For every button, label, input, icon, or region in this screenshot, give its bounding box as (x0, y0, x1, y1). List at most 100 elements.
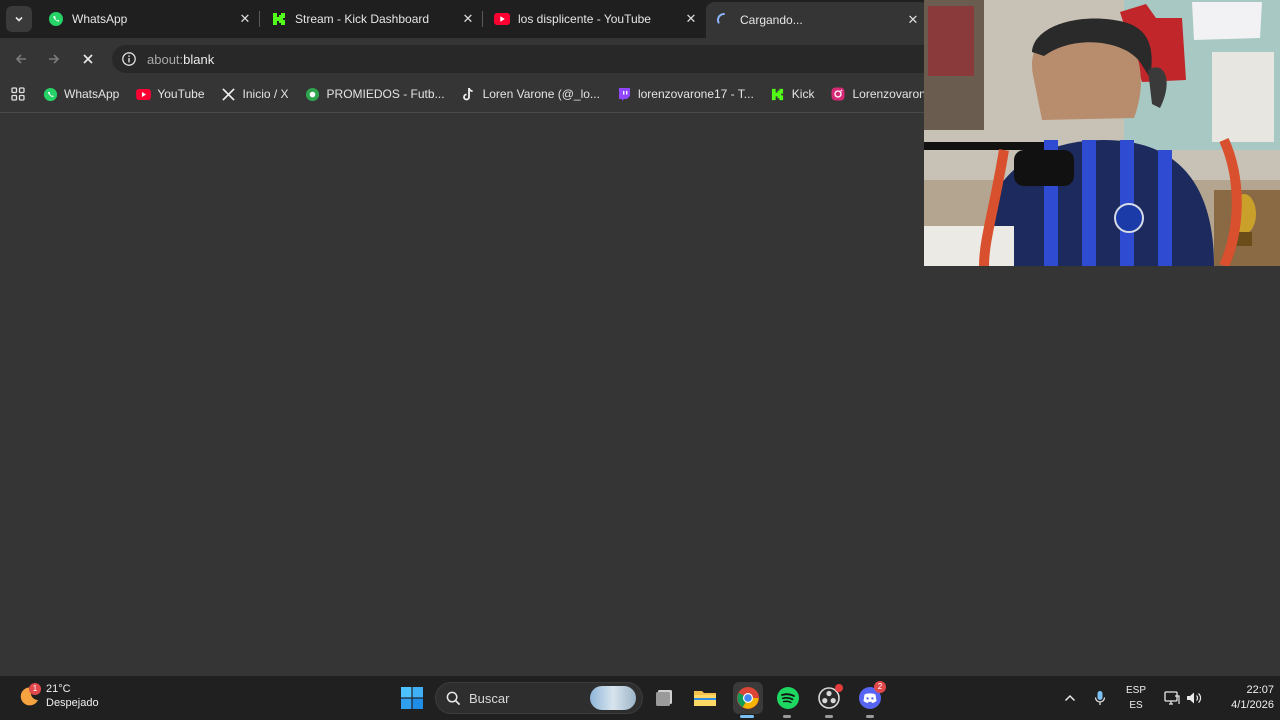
speaker-icon (1187, 692, 1202, 704)
bookmark-instagram[interactable]: Lorenzovarone (Inst... (830, 86, 924, 102)
chrome-button[interactable] (733, 682, 763, 714)
keyboard-layout: ES (1129, 700, 1143, 711)
url-scheme: about: (147, 51, 184, 67)
weather-text: 21°C Despejado (46, 682, 99, 710)
back-button[interactable] (8, 46, 34, 72)
instagram-icon (830, 86, 846, 102)
tab-loading[interactable]: Cargando... ✕ (706, 2, 928, 38)
task-view-icon (656, 690, 672, 706)
stop-loading-button[interactable] (75, 46, 101, 72)
bookmark-label: YouTube (157, 87, 205, 101)
apps-button[interactable] (10, 86, 26, 102)
bookmark-tiktok[interactable]: Loren Varone (@_lo... (461, 86, 600, 102)
apps-grid-icon (10, 86, 26, 102)
search-highlight-image (590, 686, 636, 710)
file-explorer-button[interactable] (691, 684, 719, 712)
close-icon[interactable]: ✕ (904, 11, 922, 29)
tab-title: WhatsApp (72, 12, 128, 26)
spotify-icon (777, 687, 799, 709)
bookmark-label: PROMIEDOS - Futb... (326, 87, 445, 101)
bookmark-label: Loren Varone (@_lo... (482, 87, 600, 101)
tab-separator (482, 11, 483, 27)
bookmark-label: Lorenzovarone (Inst... (852, 87, 924, 101)
microphone-tray-button[interactable] (1090, 676, 1110, 720)
network-tray-button[interactable] (1162, 676, 1182, 720)
weather-condition: Despejado (46, 697, 99, 709)
close-icon[interactable]: ✕ (682, 10, 700, 28)
webcam-overlay (924, 0, 1280, 266)
network-icon (1164, 691, 1180, 705)
recording-dot (835, 684, 843, 692)
volume-tray-button[interactable] (1184, 676, 1204, 720)
bookmark-youtube[interactable]: YouTube (135, 86, 205, 102)
loading-spinner-icon (716, 12, 732, 28)
weather-widget[interactable]: 1 21°C Despejado (18, 682, 99, 710)
microphone-icon (1094, 691, 1106, 705)
bookmark-x[interactable]: Inicio / X (221, 86, 289, 102)
tab-search-button[interactable] (6, 6, 32, 32)
bookmarks-bar: WhatsApp YouTube Inicio / X PROMIEDOS - … (0, 80, 924, 108)
tab-title: Stream - Kick Dashboard (295, 12, 430, 26)
language-indicator[interactable]: ESP ES (1122, 683, 1150, 713)
kick-icon (770, 86, 786, 102)
discord-button[interactable]: 2 (856, 681, 886, 712)
language-code: ESP (1125, 685, 1146, 696)
bookmark-kick[interactable]: Kick (770, 86, 815, 102)
discord-badge: 2 (874, 681, 886, 693)
search-label: Buscar (469, 690, 510, 706)
taskbar: 1 21°C Despejado Buscar 2 ESP ES 22:07 4… (0, 676, 1280, 720)
task-view-button[interactable] (651, 684, 679, 712)
kick-icon (271, 11, 287, 27)
spotify-button[interactable] (774, 684, 802, 712)
tab-title: Cargando... (740, 13, 803, 27)
bookmark-label: WhatsApp (64, 87, 120, 101)
tab-whatsapp[interactable]: WhatsApp ✕ (38, 4, 260, 34)
promiedos-icon (305, 86, 321, 102)
start-button[interactable] (398, 684, 426, 712)
whatsapp-icon (48, 11, 64, 27)
tab-title: los displicente - YouTube (518, 12, 651, 26)
search-icon (446, 691, 461, 705)
chrome-active-indicator (740, 715, 754, 718)
windows-logo-icon (401, 687, 423, 709)
chevron-down-icon (15, 16, 23, 22)
folder-icon (694, 691, 716, 706)
weather-badge: 1 (29, 683, 41, 695)
webcam-image (924, 0, 1280, 266)
tab-youtube[interactable]: los displicente - YouTube ✕ (484, 4, 706, 34)
obs-button[interactable] (815, 684, 843, 712)
bookmark-twitch[interactable]: lorenzovarone17 - T... (616, 86, 754, 102)
show-hidden-icons-button[interactable] (1060, 676, 1080, 720)
youtube-icon (494, 11, 510, 27)
bookmark-promiedos[interactable]: PROMIEDOS - Futb... (305, 86, 445, 102)
url-host: blank (183, 51, 215, 67)
spotify-running-indicator (783, 715, 791, 718)
clock-date: 4/1/2026 (1231, 699, 1274, 711)
close-icon (83, 54, 93, 64)
tab-strip: WhatsApp ✕ Stream - Kick Dashboard ✕ los… (0, 0, 928, 38)
chevron-up-icon (1064, 694, 1076, 702)
tiktok-icon (461, 86, 477, 102)
youtube-icon (135, 86, 151, 102)
arrow-left-icon (15, 54, 26, 64)
tab-separator (259, 11, 260, 27)
tab-kick-dashboard[interactable]: Stream - Kick Dashboard ✕ (261, 4, 483, 34)
bookmark-label: Inicio / X (242, 87, 289, 101)
chrome-icon (737, 687, 759, 709)
bookmark-label: Kick (791, 87, 815, 101)
bookmark-label: lorenzovarone17 - T... (637, 87, 754, 101)
forward-button[interactable] (41, 46, 67, 72)
site-info-icon[interactable] (120, 50, 138, 68)
bookmark-whatsapp[interactable]: WhatsApp (42, 86, 119, 102)
clock[interactable]: 22:07 4/1/2026 (1212, 683, 1274, 713)
arrow-right-icon (49, 54, 60, 64)
whatsapp-icon (42, 86, 58, 102)
close-icon[interactable]: ✕ (459, 10, 477, 28)
close-icon[interactable]: ✕ (236, 10, 254, 28)
clock-time: 22:07 (1246, 684, 1274, 696)
twitch-icon (616, 86, 632, 102)
address-bar[interactable]: about: blank (112, 45, 924, 73)
moon-icon: 1 (18, 683, 41, 707)
taskbar-search[interactable]: Buscar (435, 682, 643, 714)
x-icon (221, 86, 237, 102)
